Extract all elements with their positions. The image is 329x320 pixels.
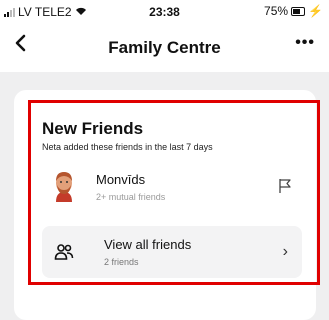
more-icon: ••• [295, 34, 315, 51]
friend-name: Monvīds [96, 172, 146, 187]
view-all-label: View all friends [104, 237, 192, 252]
nav-bar: Family Centre ••• [0, 24, 329, 72]
friend-row[interactable]: Monvīds 2+ mutual friends [42, 166, 302, 210]
bitmoji-avatar-icon [52, 170, 76, 202]
charging-icon: ⚡ [308, 4, 323, 18]
flag-icon[interactable] [278, 178, 292, 194]
section-title: New Friends [42, 119, 144, 138]
page-title: Family Centre [108, 38, 221, 57]
chevron-right-icon: › [282, 243, 288, 260]
more-button[interactable]: ••• [295, 34, 315, 52]
status-bar: LV TELE2 23:38 75% ⚡ [0, 0, 329, 24]
friend-meta: 2+ mutual friends [96, 192, 166, 202]
status-right: 75% ⚡ [264, 4, 323, 18]
battery-icon [291, 6, 306, 16]
people-icon [54, 242, 74, 262]
view-all-friends-button[interactable]: View all friends 2 friends › [42, 226, 302, 278]
friends-count: 2 friends [104, 257, 139, 267]
section-subtitle: Neta added these friends in the last 7 d… [42, 142, 213, 152]
battery-percent: 75% [264, 4, 289, 18]
